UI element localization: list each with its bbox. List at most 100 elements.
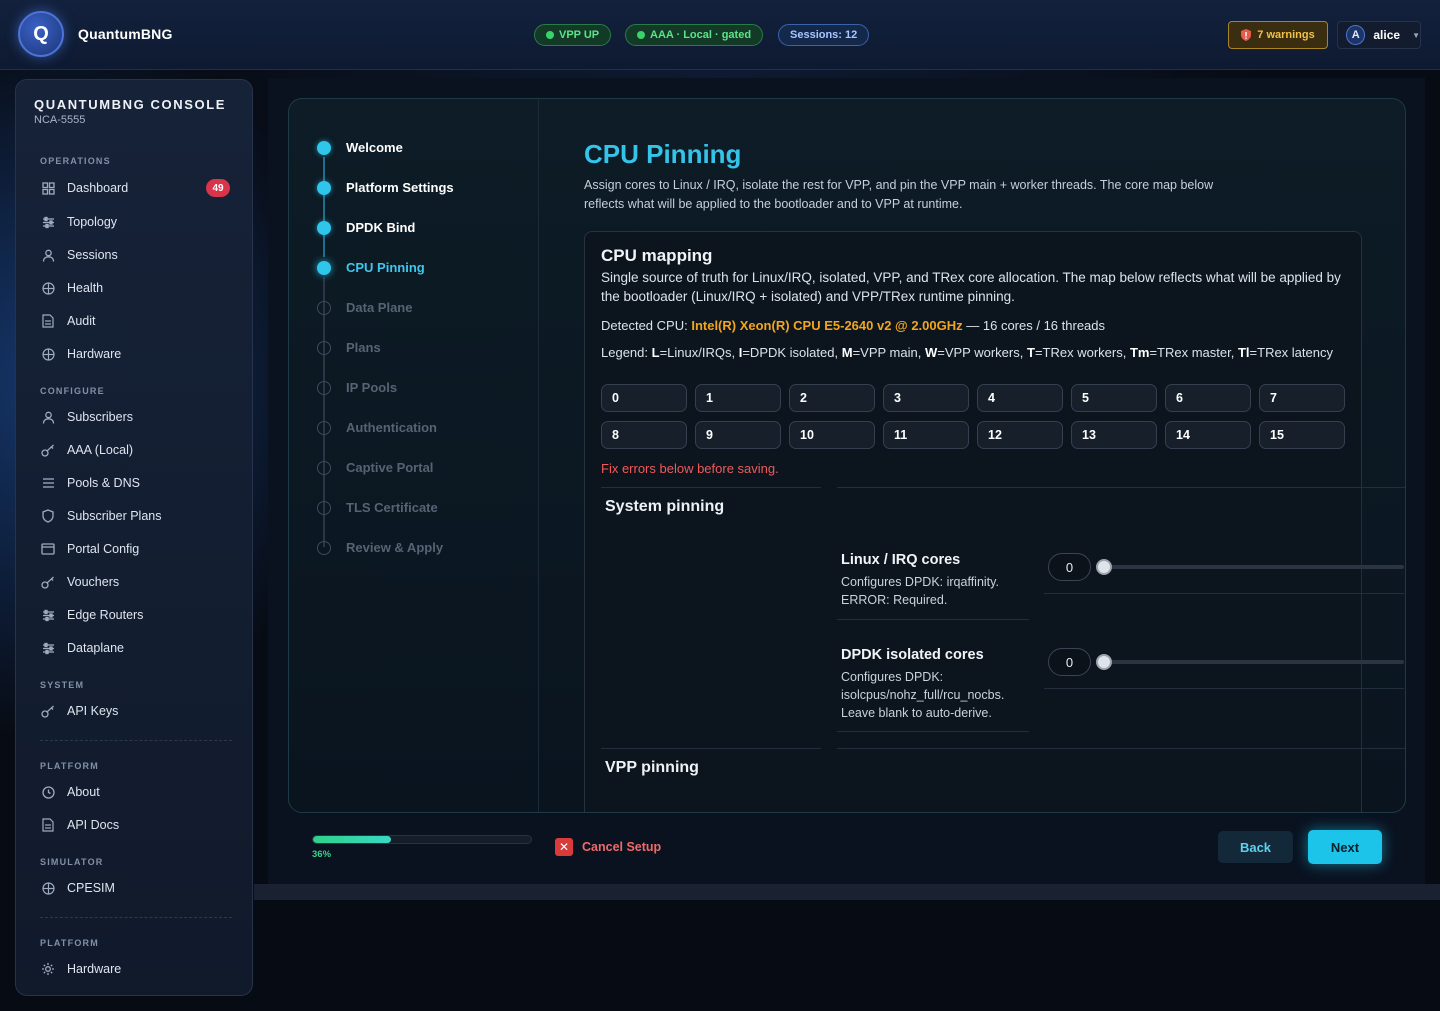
vpp-pinning-title: VPP pinning: [605, 759, 699, 776]
next-button[interactable]: Next: [1308, 830, 1382, 864]
sidebar-item-label: Vouchers: [67, 575, 120, 589]
step-review-apply[interactable]: Review & Apply: [317, 540, 443, 555]
sidebar-item-label: Dataplane: [67, 641, 124, 655]
sidebar-item-health[interactable]: Health: [40, 276, 230, 300]
core-tile[interactable]: 4: [977, 384, 1063, 412]
legend-key: T: [1026, 345, 1035, 360]
sidebar-item-hardware[interactable]: Hardware: [40, 342, 230, 366]
step-label: TLS Certificate: [346, 500, 438, 515]
linux-irq-description: Configures DPDK: irqaffinity. ERROR: Req…: [841, 575, 999, 607]
page-description: Assign cores to Linux / IRQ, isolate the…: [584, 178, 1214, 211]
status-dot-icon: [637, 31, 645, 39]
section-platform: PLATFORM: [40, 761, 99, 771]
core-tile[interactable]: 6: [1165, 384, 1251, 412]
globe-icon: [40, 880, 56, 896]
core-tile[interactable]: 2: [789, 384, 875, 412]
sidebar-item-dataplane[interactable]: Dataplane: [40, 636, 230, 660]
aaa-status-badge[interactable]: AAA · Local · gated: [625, 24, 764, 46]
warnings-button[interactable]: 7 warnings: [1228, 21, 1328, 49]
linux-irq-slider-track[interactable]: [1104, 565, 1404, 569]
shield-warning-icon: [1241, 29, 1252, 41]
sidebar-item-label: About: [67, 785, 100, 799]
linux-irq-value[interactable]: 0: [1048, 553, 1091, 581]
cancel-setup-button[interactable]: ✕ Cancel Setup: [555, 838, 661, 856]
core-tile[interactable]: 0: [601, 384, 687, 412]
legend-key: Tm: [1129, 345, 1150, 360]
sidebar-item-hardware-2[interactable]: Hardware: [40, 957, 230, 981]
system-pinning-title: System pinning: [605, 498, 725, 515]
core-tile[interactable]: 13: [1071, 421, 1157, 449]
sidebar-item-api-docs[interactable]: API Docs: [40, 813, 230, 837]
core-tile[interactable]: 5: [1071, 384, 1157, 412]
vpp-status-badge[interactable]: VPP UP: [534, 24, 612, 46]
sidebar-item-sessions[interactable]: Sessions: [40, 243, 230, 267]
main-content: Welcome Platform Settings DPDK Bind CPU …: [268, 78, 1425, 884]
sidebar-item-portal-config[interactable]: Portal Config: [40, 537, 230, 561]
sidebar-item-dashboard[interactable]: Dashboard 49: [40, 176, 230, 200]
back-button[interactable]: Back: [1218, 831, 1293, 863]
sidebar-item-subscriber-plans[interactable]: Subscriber Plans: [40, 504, 230, 528]
detected-cpu-model: Intel(R) Xeon(R) CPU E5-2640 v2 @ 2.00GH…: [691, 318, 963, 333]
step-dot: [317, 140, 331, 155]
divider: [1361, 487, 1362, 807]
core-tile[interactable]: 10: [789, 421, 875, 449]
dpdk-isolated-slider-track[interactable]: [1104, 660, 1404, 664]
step-tls-certificate[interactable]: TLS Certificate: [317, 500, 438, 515]
core-tile[interactable]: 15: [1259, 421, 1345, 449]
bottom-band: [254, 884, 1440, 900]
step-plans[interactable]: Plans: [317, 340, 381, 355]
section-configure: CONFIGURE: [40, 386, 105, 396]
key-icon: [40, 703, 56, 719]
step-dpdk-bind[interactable]: DPDK Bind: [317, 220, 415, 235]
step-captive-portal[interactable]: Captive Portal: [317, 460, 433, 475]
dpdk-isolated-value[interactable]: 0: [1048, 648, 1091, 676]
user-menu-button[interactable]: A alice ▼: [1337, 21, 1421, 49]
core-tile[interactable]: 9: [695, 421, 781, 449]
sidebar-item-aaa-local[interactable]: AAA (Local): [40, 438, 230, 462]
step-dot: [317, 300, 331, 315]
sidebar-item-topology[interactable]: Topology: [40, 210, 230, 234]
legend-desc: =TRex latency: [1249, 345, 1333, 360]
sidebar-item-vouchers[interactable]: Vouchers: [40, 570, 230, 594]
setup-progress-bar: [312, 835, 532, 844]
core-tile[interactable]: 11: [883, 421, 969, 449]
sidebar-item-audit[interactable]: Audit: [40, 309, 230, 333]
setup-wizard: Welcome Platform Settings DPDK Bind CPU …: [288, 98, 1406, 813]
sidebar-item-edge-routers[interactable]: Edge Routers: [40, 603, 230, 627]
step-platform-settings[interactable]: Platform Settings: [317, 180, 454, 195]
sidebar-item-api-keys[interactable]: API Keys: [40, 699, 230, 723]
gear-icon: [40, 961, 56, 977]
sidebar-item-pools-dns[interactable]: Pools & DNS: [40, 471, 230, 495]
grid-icon: [40, 180, 56, 196]
sidebar-item-label: Edge Routers: [67, 608, 144, 622]
step-welcome[interactable]: Welcome: [317, 140, 403, 155]
aaa-status-label: AAA · Local · gated: [650, 29, 752, 41]
sessions-badge[interactable]: Sessions: 12: [778, 24, 870, 46]
sidebar-item-about[interactable]: About: [40, 780, 230, 804]
core-tile[interactable]: 7: [1259, 384, 1345, 412]
sliders-icon: [40, 640, 56, 656]
step-authentication[interactable]: Authentication: [317, 420, 437, 435]
linux-irq-slider-handle[interactable]: [1096, 559, 1112, 575]
dpdk-isolated-slider-handle[interactable]: [1096, 654, 1112, 670]
section-platform-2: PLATFORM: [40, 938, 99, 948]
step-data-plane[interactable]: Data Plane: [317, 300, 412, 315]
step-label: IP Pools: [346, 380, 398, 395]
legend-key: Tl: [1237, 345, 1250, 360]
sidebar-item-label: AAA (Local): [67, 443, 134, 457]
step-ip-pools[interactable]: IP Pools: [317, 380, 397, 395]
sidebar-item-cpesim[interactable]: CPESIM: [40, 876, 230, 900]
core-tile[interactable]: 14: [1165, 421, 1251, 449]
cancel-setup-label: Cancel Setup: [582, 840, 662, 854]
step-cpu-pinning[interactable]: CPU Pinning: [317, 260, 425, 275]
core-tile[interactable]: 8: [601, 421, 687, 449]
legend-desc: =VPP workers,: [937, 345, 1024, 360]
app-logo[interactable]: Q: [18, 11, 64, 57]
page-title: CPU Pinning: [584, 139, 742, 169]
sidebar-item-subscribers[interactable]: Subscribers: [40, 405, 230, 429]
core-tile[interactable]: 12: [977, 421, 1063, 449]
warnings-label: 7 warnings: [1257, 29, 1315, 41]
core-tile[interactable]: 1: [695, 384, 781, 412]
legend-desc: =TRex master,: [1149, 345, 1235, 360]
core-tile[interactable]: 3: [883, 384, 969, 412]
